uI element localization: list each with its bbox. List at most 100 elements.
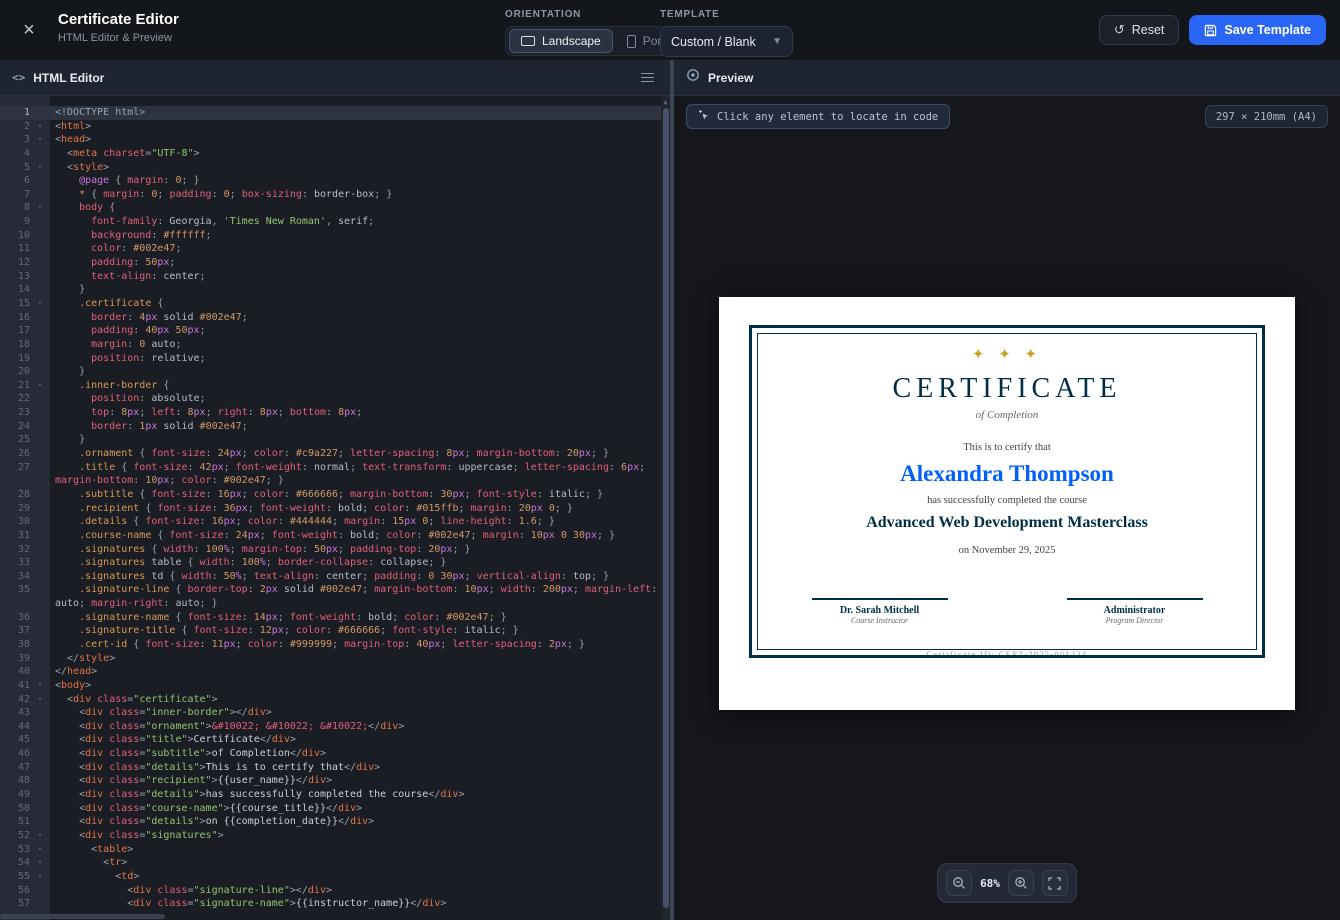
code-line[interactable]: 15▾ .certificate {	[0, 297, 662, 311]
editor-menu-icon[interactable]	[637, 69, 658, 87]
code-line[interactable]: 38 .cert-id { font-size: 11px; color: #9…	[0, 638, 662, 652]
certificate-date-line[interactable]: on November 29, 2025	[752, 545, 1262, 556]
code-line[interactable]: 31 .course-name { font-size: 24px; font-…	[0, 529, 662, 543]
code-line[interactable]: 6 @page { margin: 0; }	[0, 174, 662, 188]
code-line[interactable]: 34 .signatures td { width: 50%; text-ali…	[0, 570, 662, 584]
save-template-button[interactable]: Save Template	[1189, 15, 1326, 45]
code-line[interactable]: 13 text-align: center;	[0, 270, 662, 284]
fold-chevron-icon[interactable]: ▾	[30, 133, 50, 147]
code-line[interactable]: 29 .recipient { font-size: 36px; font-we…	[0, 502, 662, 516]
certificate-page[interactable]: ✦ ✦ ✦ CERTIFICATE of Completion This is …	[719, 297, 1295, 710]
locate-in-code-button[interactable]: Click any element to locate in code	[686, 104, 950, 129]
code-line[interactable]: 39 </style>	[0, 652, 662, 666]
reset-button[interactable]: ↺ Reset	[1099, 15, 1180, 45]
code-line[interactable]: 19 position: relative;	[0, 352, 662, 366]
code-line[interactable]: 55▾ <td>	[0, 870, 662, 884]
code-line[interactable]: 46 <div class="subtitle">of Completion</…	[0, 747, 662, 761]
code-line[interactable]: 16 border: 4px solid #002e47;	[0, 311, 662, 325]
code-line[interactable]: 10 background: #ffffff;	[0, 229, 662, 243]
code-line[interactable]: 54▾ <tr>	[0, 856, 662, 870]
code-line[interactable]: 26 .ornament { font-size: 24px; color: #…	[0, 447, 662, 461]
template-select[interactable]: Custom / Blank ▼	[660, 26, 793, 57]
code-line[interactable]: 50 <div class="course-name">{{course_tit…	[0, 802, 662, 816]
code-line[interactable]: 56 <div class="signature-line"></div>	[0, 884, 662, 898]
code-line[interactable]: 27 .title { font-size: 42px; font-weight…	[0, 461, 662, 475]
code-line[interactable]: 28 .subtitle { font-size: 16px; color: #…	[0, 488, 662, 502]
code-line[interactable]: 40</head>	[0, 665, 662, 679]
code-line[interactable]: auto; margin-right: auto; }	[0, 597, 662, 611]
code-line[interactable]: 14 }	[0, 283, 662, 297]
code-line[interactable]: 11 color: #002e47;	[0, 242, 662, 256]
code-line[interactable]: 52▾ <div class="signatures">	[0, 829, 662, 843]
certificate-certify-line[interactable]: This is to certify that	[752, 442, 1262, 453]
code-line[interactable]: 33 .signatures table { width: 100%; bord…	[0, 556, 662, 570]
code-line[interactable]: 48 <div class="recipient">{{user_name}}<…	[0, 774, 662, 788]
fold-chevron-icon[interactable]: ▾	[30, 379, 50, 393]
horizontal-scrollbar-thumb[interactable]	[0, 914, 165, 919]
code-line[interactable]: 12 padding: 50px;	[0, 256, 662, 270]
code-line[interactable]: 20 }	[0, 365, 662, 379]
code-line[interactable]: 23 top: 8px; left: 8px; right: 8px; bott…	[0, 406, 662, 420]
code-line[interactable]: 42▾ <div class="certificate">	[0, 693, 662, 707]
certificate-completed-line[interactable]: has successfully completed the course	[752, 495, 1262, 506]
code-line[interactable]: 32 .signatures { width: 100%; margin-top…	[0, 543, 662, 557]
certificate-border[interactable]: ✦ ✦ ✦ CERTIFICATE of Completion This is …	[749, 325, 1265, 658]
fold-chevron-icon[interactable]: ▾	[30, 856, 50, 870]
code-line[interactable]: 9 font-family: Georgia, 'Times New Roman…	[0, 215, 662, 229]
code-line[interactable]: 57 <div class="signature-name">{{instruc…	[0, 897, 662, 911]
signature-block[interactable]: AdministratorProgram Director	[1007, 598, 1262, 625]
code-line[interactable]: 44 <div class="ornament">&#10022; &#1002…	[0, 720, 662, 734]
zoom-in-button[interactable]	[1008, 870, 1034, 896]
code-line[interactable]: 24 border: 1px solid #002e47;	[0, 420, 662, 434]
html-code-editor[interactable]: 1<!DOCTYPE html>2▾<html>3▾<head>4 <meta …	[0, 96, 670, 920]
signature-block[interactable]: Dr. Sarah MitchellCourse Instructor	[752, 598, 1007, 625]
fold-chevron-icon[interactable]: ▾	[30, 297, 50, 311]
code-line[interactable]: 25 }	[0, 433, 662, 447]
fold-chevron-icon[interactable]: ▾	[30, 120, 50, 134]
code-line[interactable]: 2▾<html>	[0, 120, 662, 134]
code-line[interactable]: 7 * { margin: 0; padding: 0; box-sizing:…	[0, 188, 662, 202]
code-line[interactable]: 53▾ <table>	[0, 843, 662, 857]
fold-chevron-icon[interactable]: ▾	[30, 679, 50, 693]
code-line[interactable]: 5▾ <style>	[0, 161, 662, 175]
code-line[interactable]: 49 <div class="details">has successfully…	[0, 788, 662, 802]
code-line[interactable]: 18 margin: 0 auto;	[0, 338, 662, 352]
code-line[interactable]: 36 .signature-name { font-size: 14px; fo…	[0, 611, 662, 625]
code-line[interactable]: 41▾<body>	[0, 679, 662, 693]
fold-chevron-icon[interactable]: ▾	[30, 870, 50, 884]
certificate-title[interactable]: CERTIFICATE	[752, 373, 1262, 405]
fit-to-screen-button[interactable]	[1042, 870, 1068, 896]
close-icon[interactable]: ×	[16, 18, 42, 44]
scroll-up-arrow-icon[interactable]: ▲	[662, 98, 669, 106]
certificate-recipient-name[interactable]: Alexandra Thompson	[752, 461, 1262, 487]
certificate-subtitle[interactable]: of Completion	[752, 409, 1262, 421]
vertical-scrollbar-thumb[interactable]	[663, 108, 669, 908]
code-line[interactable]: 35 .signature-line { border-top: 2px sol…	[0, 583, 662, 597]
certificate-signatures: Dr. Sarah MitchellCourse InstructorAdmin…	[752, 598, 1262, 625]
code-line[interactable]: 4 <meta charset="UTF-8">	[0, 147, 662, 161]
code-line[interactable]: 37 .signature-title { font-size: 12px; c…	[0, 624, 662, 638]
editor-vertical-scrollbar[interactable]: ▲	[661, 96, 670, 920]
fold-chevron-icon[interactable]: ▾	[30, 201, 50, 215]
code-line[interactable]: 47 <div class="details">This is to certi…	[0, 761, 662, 775]
code-line[interactable]: 8▾ body {	[0, 201, 662, 215]
certificate-id[interactable]: Certificate ID: CERT-2025-001234	[752, 650, 1262, 658]
code-line[interactable]: 43 <div class="inner-border"></div>	[0, 706, 662, 720]
code-line[interactable]: 21▾ .inner-border {	[0, 379, 662, 393]
code-line[interactable]: 22 position: absolute;	[0, 392, 662, 406]
code-line[interactable]: 51 <div class="details">on {{completion_…	[0, 815, 662, 829]
certificate-course-name[interactable]: Advanced Web Development Masterclass	[752, 514, 1262, 532]
fold-chevron-icon[interactable]: ▾	[30, 161, 50, 175]
code-line[interactable]: 3▾<head>	[0, 133, 662, 147]
fold-chevron-icon[interactable]: ▾	[30, 693, 50, 707]
fold-chevron-icon[interactable]: ▾	[30, 843, 50, 857]
code-line[interactable]: 45 <div class="title">Certificate</div>	[0, 733, 662, 747]
code-line[interactable]: 1<!DOCTYPE html>	[0, 106, 662, 120]
orientation-landscape-button[interactable]: Landscape	[509, 29, 613, 53]
code-line[interactable]: margin-bottom: 10px; color: #002e47; }	[0, 474, 662, 488]
code-line[interactable]: 30 .details { font-size: 16px; color: #4…	[0, 515, 662, 529]
certificate-ornament[interactable]: ✦ ✦ ✦	[752, 345, 1262, 364]
zoom-out-button[interactable]	[946, 870, 972, 896]
code-line[interactable]: 17 padding: 40px 50px;	[0, 324, 662, 338]
fold-chevron-icon[interactable]: ▾	[30, 829, 50, 843]
